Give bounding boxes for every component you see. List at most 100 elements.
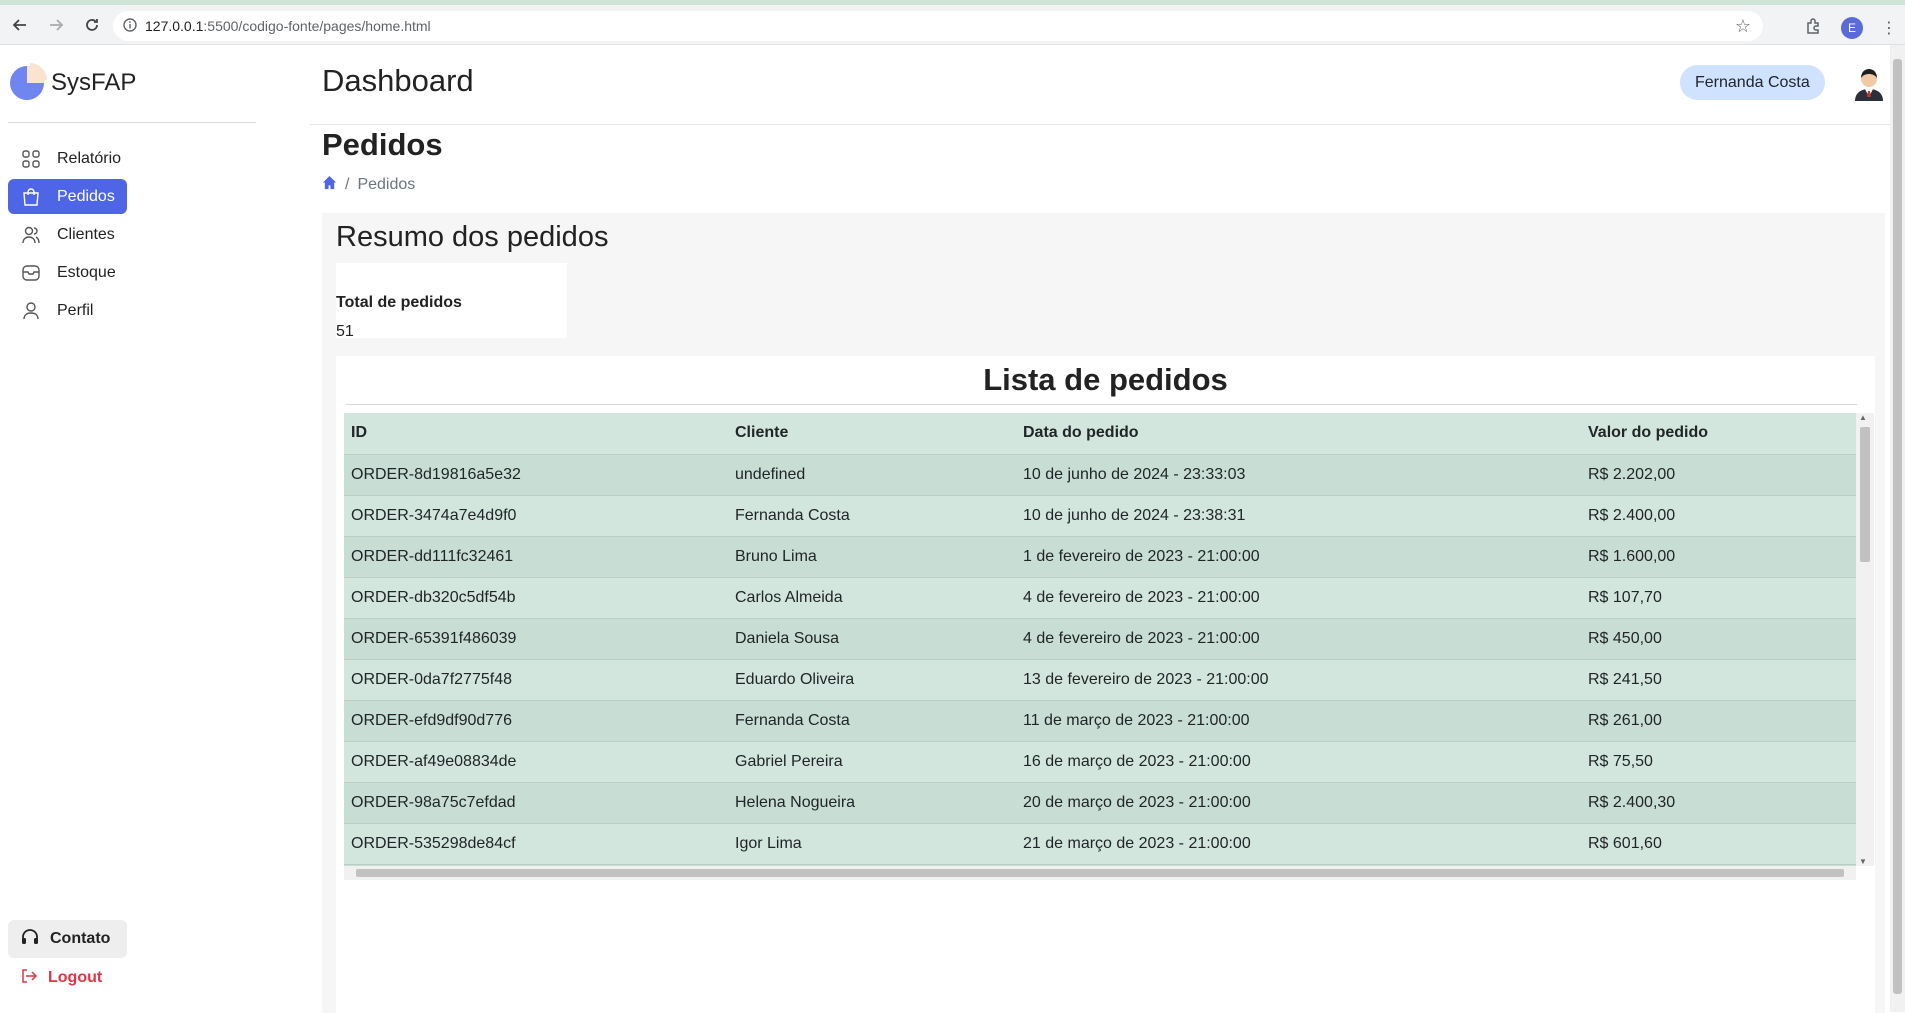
profile-avatar-icon[interactable]: E <box>1841 17 1863 39</box>
site-info-icon[interactable] <box>123 17 137 35</box>
browser-toolbar: 127.0.0.1:5500/codigo-fonte/pages/home.h… <box>0 0 1905 45</box>
table-header-row: ID Cliente Data do pedido Valor do pedid… <box>344 413 1856 455</box>
column-header-data[interactable]: Data do pedido <box>1016 413 1581 455</box>
breadcrumb-current: Pedidos <box>357 176 416 193</box>
cell-cliente: Gabriel Pereira <box>728 741 1016 783</box>
page-scroll-thumb[interactable] <box>1893 59 1902 994</box>
cell-valor: R$ 261,00 <box>1581 700 1856 742</box>
page-scrollbar[interactable] <box>1890 45 1905 1012</box>
cell-data: 11 de março de 2023 - 21:00:00 <box>1016 700 1581 742</box>
breadcrumb-separator: / <box>345 176 350 193</box>
url-host: 127.0.0.1 <box>145 18 204 34</box>
table-row[interactable]: ORDER-0da7f2775f48 Eduardo Oliveira 13 de … <box>344 659 1856 701</box>
title-divider <box>346 404 1857 405</box>
cell-cliente: Daniela Sousa <box>728 618 1016 660</box>
forward-icon[interactable] <box>40 9 72 41</box>
cell-valor: R$ 75,50 <box>1581 741 1856 783</box>
cell-cliente: undefined <box>728 454 1016 496</box>
cell-data: 4 de fevereiro de 2023 - 21:00:00 <box>1016 577 1581 619</box>
cell-valor: R$ 107,70 <box>1581 577 1856 619</box>
dashboard-title: Dashboard <box>322 63 474 98</box>
cell-order-id: ORDER-dd111fc32461 <box>344 536 728 578</box>
browser-menu-icon[interactable]: ⋮ <box>1881 18 1897 38</box>
sidebar-item-pedidos[interactable]: Pedidos <box>8 179 127 214</box>
cell-cliente: Bruno Lima <box>728 536 1016 578</box>
breadcrumb: / Pedidos <box>322 175 415 195</box>
table-hscroll-thumb[interactable] <box>356 869 1844 877</box>
cell-order-id: ORDER-65391f486039 <box>344 618 728 660</box>
cell-order-id: ORDER-3474a7e4d9f0 <box>344 495 728 537</box>
grid-icon <box>20 148 42 170</box>
cell-order-id: ORDER-af49e08834de <box>344 741 728 783</box>
sidebar-item-label: Relatório <box>57 149 122 167</box>
cell-order-id: ORDER-efd9df90d776 <box>344 700 728 742</box>
cell-data: 21 de março de 2023 - 21:00:00 <box>1016 823 1581 865</box>
reload-icon[interactable] <box>76 9 108 41</box>
cell-valor: R$ 2.400,00 <box>1581 495 1856 537</box>
logout-button[interactable]: Logout <box>8 963 127 993</box>
table-row[interactable]: ORDER-db320c5df54b Carlos Almeida 4 de fev… <box>344 577 1856 619</box>
scroll-down-icon[interactable]: ▼ <box>1859 857 1867 866</box>
scroll-up-icon[interactable]: ▲ <box>1859 413 1867 422</box>
cell-order-id: ORDER-98a75c7efdad <box>344 782 728 824</box>
sidebar-item-clientes[interactable]: Clientes <box>8 217 126 252</box>
contact-button[interactable]: Contato <box>8 920 127 958</box>
cell-valor: R$ 241,50 <box>1581 659 1856 701</box>
orders-summary-panel: Resumo dos pedidos Total de pedidos 51 L… <box>322 213 1885 1013</box>
bookmark-star-icon[interactable]: ☆ <box>1735 16 1751 37</box>
cell-data: 13 de fevereiro de 2023 - 21:00:00 <box>1016 659 1581 701</box>
table-row[interactable]: ORDER-efd9df90d776 Fernanda Costa 11 de ma… <box>344 700 1856 742</box>
column-header-valor[interactable]: Valor do pedido <box>1581 413 1856 455</box>
cell-data: 1 de fevereiro de 2023 - 21:00:00 <box>1016 536 1581 578</box>
brand[interactable]: SysFAP <box>8 62 136 102</box>
column-header-id[interactable]: ID <box>344 413 728 455</box>
logout-label: Logout <box>48 969 103 986</box>
sidebar-item-perfil[interactable]: Perfil <box>8 293 126 328</box>
table-row[interactable]: ORDER-98a75c7efdad Helena Nogueira 20 de m… <box>344 782 1856 824</box>
sidebar-item-relatorio[interactable]: Relatório <box>8 141 126 176</box>
box-icon <box>20 262 42 284</box>
table-row[interactable]: ORDER-3474a7e4d9f0 Fernanda Costa 10 de ju… <box>344 495 1856 537</box>
sidebar-item-label: Pedidos <box>57 187 115 205</box>
table-row[interactable]: ORDER-535298de84cf Igor Lima 21 de março d… <box>344 823 1856 865</box>
cell-order-id: ORDER-0da7f2775f48 <box>344 659 728 701</box>
cell-order-id: ORDER-8d19816a5e32 <box>344 454 728 496</box>
bag-icon <box>20 186 42 208</box>
logout-icon <box>20 967 38 990</box>
table-row[interactable]: ORDER-dd111fc32461 Bruno Lima 1 de feverei… <box>344 536 1856 578</box>
table-row[interactable]: ORDER-af49e08834de Gabriel Pereira 16 de m… <box>344 741 1856 783</box>
orders-table-container[interactable]: ID Cliente Data do pedido Valor do pedid… <box>344 413 1874 866</box>
address-bar[interactable]: 127.0.0.1:5500/codigo-fonte/pages/home.h… <box>113 11 1763 41</box>
orders-table-body: ORDER-8d19816a5e32 undefined 10 de junho d… <box>344 454 1856 866</box>
sidebar-item-estoque[interactable]: Estoque <box>8 255 126 290</box>
cell-valor: R$ 2.202,00 <box>1581 454 1856 496</box>
cell-data: 4 de fevereiro de 2023 - 21:00:00 <box>1016 618 1581 660</box>
cell-valor: R$ 450,00 <box>1581 618 1856 660</box>
sidebar-item-label: Estoque <box>57 263 116 281</box>
table-row[interactable]: ORDER-65391f486039 Daniela Sousa 4 de feve… <box>344 618 1856 660</box>
cell-cliente: Helena Nogueira <box>728 782 1016 824</box>
total-orders-value: 51 <box>336 323 354 340</box>
table-horizontal-scrollbar[interactable] <box>344 866 1856 880</box>
user-name-badge[interactable]: Fernanda Costa <box>1680 65 1825 100</box>
cell-order-id: ORDER-db320c5df54b <box>344 577 728 619</box>
cell-cliente: Carlos Almeida <box>728 577 1016 619</box>
cell-data: 10 de junho de 2024 - 23:33:03 <box>1016 454 1581 496</box>
cell-valor: R$ 1.600,00 <box>1581 536 1856 578</box>
home-icon[interactable] <box>322 175 337 195</box>
back-icon[interactable] <box>4 9 36 41</box>
sidebar-divider <box>8 122 256 123</box>
extensions-icon[interactable] <box>1805 17 1823 40</box>
column-header-cliente[interactable]: Cliente <box>728 413 1016 455</box>
table-scroll-thumb[interactable] <box>1860 427 1870 562</box>
table-vertical-scrollbar[interactable]: ▲ ▼ <box>1856 413 1874 866</box>
users-icon <box>20 224 42 246</box>
table-row[interactable]: ORDER-8d19816a5e32 undefined 10 de junho d… <box>344 454 1856 496</box>
sidebar-menu: Relatório Pedidos Clientes Estoque Perfi… <box>8 141 248 331</box>
brand-name: SysFAP <box>51 69 137 96</box>
cell-cliente: Igor Lima <box>728 823 1016 865</box>
total-orders-label: Total de pedidos <box>336 294 462 311</box>
contact-label: Contato <box>50 930 111 947</box>
orders-table: ID Cliente Data do pedido Valor do pedid… <box>344 413 1856 866</box>
user-avatar[interactable] <box>1851 65 1887 101</box>
